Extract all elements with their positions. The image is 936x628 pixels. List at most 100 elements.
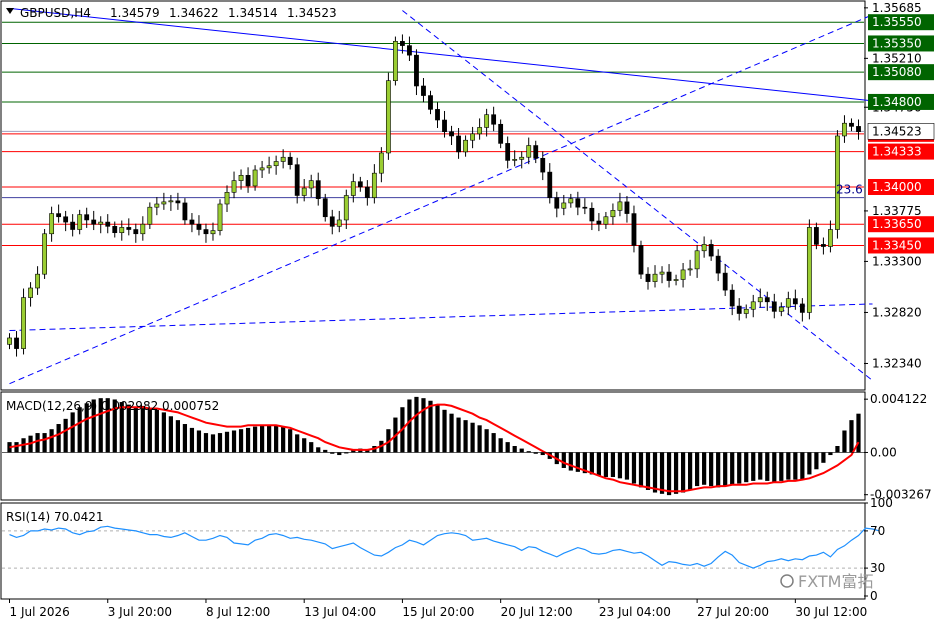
rsi-tick-label: 100 [870, 496, 893, 510]
macd-bar [786, 452, 791, 480]
macd-bar [407, 399, 412, 453]
candle [357, 181, 363, 188]
candle [147, 206, 153, 225]
candle [554, 197, 560, 209]
macd-bar [224, 431, 230, 453]
candle [428, 95, 433, 110]
macd-bar [168, 416, 173, 453]
candle [84, 214, 90, 221]
symbol-header[interactable]: GBPUSD,H4 1.34579 1.34622 1.34514 1.3452… [6, 6, 337, 20]
candle [196, 223, 202, 230]
macd-bar [442, 409, 447, 453]
candle [821, 244, 826, 247]
candle [350, 181, 356, 196]
candle [182, 202, 188, 221]
candle [540, 157, 546, 173]
macd-bar [723, 452, 728, 487]
macd-bar [161, 412, 166, 453]
time-tick-label: 30 Jul 12:00 [795, 605, 867, 619]
candle [168, 200, 174, 203]
level-badge-label: 1.35080 [872, 65, 922, 79]
symbol-label: GBPUSD,H4 [20, 6, 91, 20]
macd-bar [610, 452, 616, 478]
ohlc-open: 1.34579 [110, 6, 160, 20]
level-badge-label: 1.35550 [872, 15, 922, 29]
level-badge-label: 1.34333 [872, 145, 922, 159]
macd-bar [70, 412, 75, 453]
macd-bar [316, 447, 321, 453]
macd-bar [695, 452, 700, 487]
macd-bar [716, 452, 721, 488]
macd-bar [210, 434, 216, 453]
macd-bar [751, 452, 756, 481]
candle [70, 221, 76, 230]
candle [119, 227, 125, 234]
macd-bar [673, 452, 679, 494]
candle [519, 156, 525, 160]
macd-bar [231, 430, 237, 453]
candle [743, 308, 749, 314]
candle [498, 123, 504, 144]
candle [764, 297, 770, 303]
candle [154, 203, 160, 208]
candle [217, 203, 223, 231]
macd-bar [281, 426, 286, 453]
candle [856, 126, 861, 133]
macd-bar [238, 429, 244, 453]
candle [638, 245, 644, 275]
level-badge-label: 1.35350 [872, 36, 922, 50]
macd-bar [245, 427, 251, 453]
candle [715, 255, 721, 274]
macd-bar [589, 452, 594, 475]
watermark-text: FXTM富拓 [798, 572, 873, 591]
macd-bar [49, 429, 54, 453]
macd-bar [568, 452, 573, 471]
macd-bar [337, 452, 342, 456]
rsi-tick-label: 70 [870, 524, 885, 538]
candle [49, 213, 55, 235]
macd-bar [807, 452, 812, 475]
candle [287, 156, 293, 165]
candle [407, 45, 412, 56]
candle [21, 297, 26, 349]
current-price-label: 1.34523 [872, 124, 922, 138]
candle [371, 172, 377, 198]
candle [526, 145, 532, 158]
ohlc-close: 1.34523 [287, 6, 337, 20]
macd-bar [744, 452, 749, 483]
candle [687, 268, 693, 271]
macd-bar [652, 452, 658, 493]
candle [238, 174, 244, 181]
candle [231, 180, 237, 193]
candle [393, 41, 398, 81]
macd-bar [800, 452, 805, 480]
candle [435, 109, 440, 121]
rsi-panel-frame [0, 502, 866, 600]
macd-bar [702, 452, 707, 485]
candle [364, 186, 370, 198]
macd-bar [758, 452, 763, 480]
macd-bar [295, 434, 300, 453]
macd-bar [14, 442, 19, 453]
macd-bar [470, 422, 475, 453]
macd-bar [617, 452, 623, 479]
candle [806, 227, 812, 313]
candle [91, 219, 97, 225]
candle [708, 244, 714, 257]
candle [666, 271, 672, 281]
candle [778, 306, 784, 312]
macd-bar [491, 433, 496, 453]
macd-bar [323, 449, 328, 453]
time-tick-label: 8 Jul 12:00 [206, 605, 270, 619]
macd-bar [842, 430, 847, 453]
macd-bar [435, 404, 440, 453]
macd-bar [182, 424, 188, 453]
price-tick-label: 1.35210 [872, 51, 922, 65]
candle [477, 127, 483, 135]
candle [126, 227, 132, 230]
macd-bar [666, 452, 672, 496]
candle [757, 297, 763, 303]
ohlc-low: 1.34514 [228, 6, 278, 20]
macd-bar [772, 452, 777, 483]
candle [42, 233, 47, 275]
